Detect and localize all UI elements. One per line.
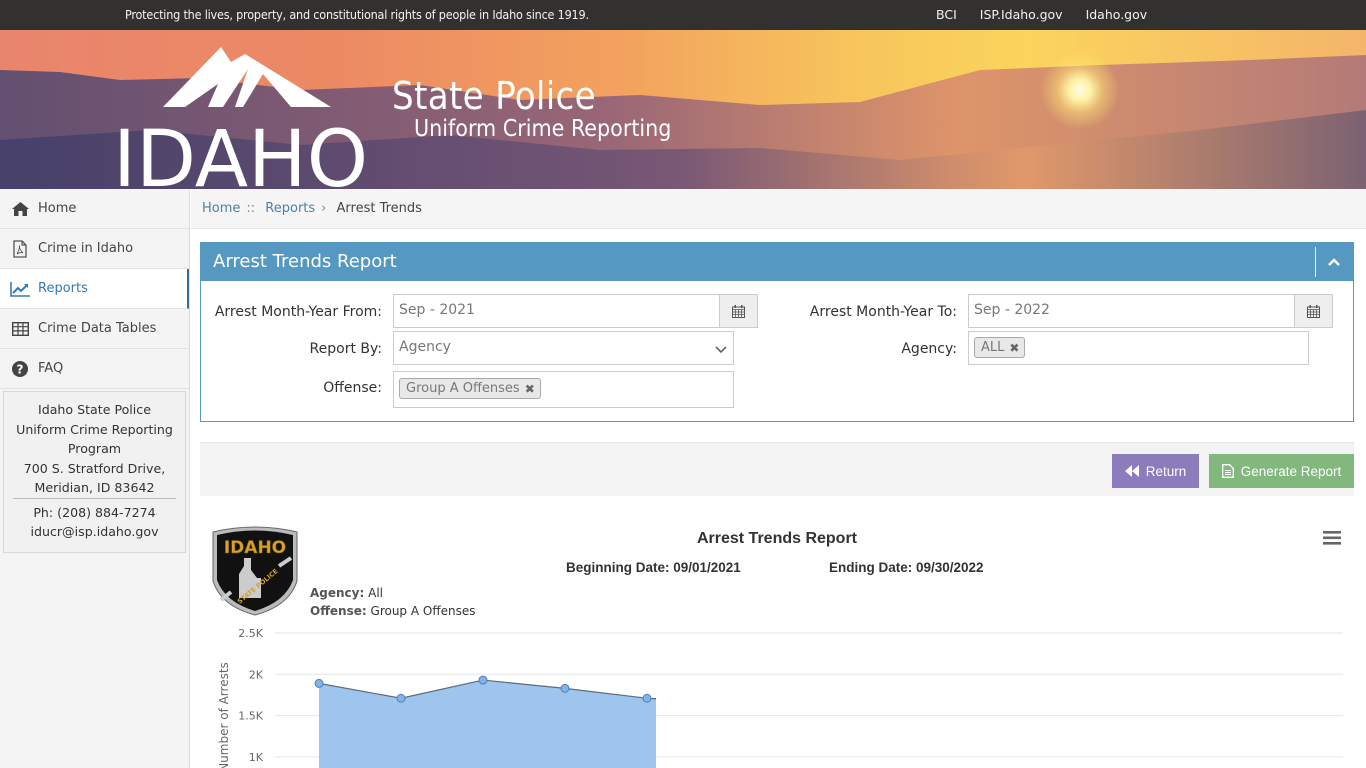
data-point[interactable] [478,675,488,685]
report-chart-container: IDAHO STATE POLICE Arrest Trends Report … [200,515,1366,768]
logo-text: IDAHO [113,115,368,189]
sun-glow [1040,50,1120,130]
file-text-icon [1221,464,1234,478]
sidebar: Home Crime in Idaho Reports Crime Data T… [0,189,190,768]
contact-address-line: 700 S. Stratford Drive, [23,460,166,476]
svg-text:?: ? [17,362,24,376]
remove-tag-icon[interactable]: ✖ [525,382,535,396]
sidebar-item-crime-in-idaho[interactable]: Crime in Idaho [0,229,189,269]
contact-org-line: Program [67,441,122,456]
backward-icon [1124,465,1139,477]
y-tick-label: 1.5K [238,710,263,723]
sidebar-item-label: FAQ [38,361,64,376]
panel-title: Arrest Trends Report [213,251,397,272]
generate-report-label: Generate Report [1240,463,1342,479]
agency-tag-label: ALL [981,340,1005,355]
y-axis-label: Number of Arrests [217,662,231,768]
sidebar-item-label: Home [38,201,77,216]
top-links: BCI ISP.Idaho.gov Idaho.gov [936,7,1147,22]
home-icon [10,200,30,218]
return-label: Return [1145,463,1187,479]
from-calendar-button[interactable] [719,294,758,328]
link-isp-idaho-gov[interactable]: ISP.Idaho.gov [980,7,1063,22]
sidebar-item-reports[interactable]: Reports [0,269,189,309]
generate-report-button[interactable]: Generate Report [1209,454,1354,488]
contact-org-line: Uniform Crime Reporting [16,421,173,437]
header-banner: IDAHO State Police Uniform Crime Reporti… [0,30,1366,189]
arrest-trends-chart: 2.5K 2K 1.5K 1K Number of Arrests [217,627,1343,768]
panel-header: Arrest Trends Report [201,243,1353,281]
sidebar-item-crime-data-tables[interactable]: Crime Data Tables [0,309,189,349]
agency-tag: ALL ✖ [974,337,1026,358]
sidebar-item-label: Reports [38,281,88,296]
breadcrumb: Home:: Reports › Arrest Trends [191,189,1366,229]
report-filter-panel: Arrest Trends Report Arrest Month-Year F… [200,242,1354,422]
offense-tag: Group A Offenses ✖ [399,378,541,399]
y-tick-label: 2K [249,668,264,681]
data-point[interactable] [560,683,570,693]
data-point[interactable] [642,693,652,703]
action-bar: Return Generate Report [200,442,1354,496]
tagline: Protecting the lives, property, and cons… [125,7,589,22]
pdf-file-icon [10,239,30,258]
from-label: Arrest Month-Year From: [214,304,382,320]
data-point[interactable] [396,693,406,703]
header-divider [1315,247,1316,277]
contact-address-line: Meridian, ID 83642 [34,480,155,495]
sidebar-item-label: Crime in Idaho [38,241,134,256]
chevron-down-icon [715,342,727,358]
question-circle-icon: ? [10,360,30,378]
y-tick-label: 2.5K [238,627,263,640]
contact-phone: Ph: (208) 884-7274 [33,504,156,520]
contact-org-line: Idaho State Police [38,402,151,417]
chevron-up-icon[interactable] [1327,253,1341,267]
link-bci[interactable]: BCI [936,7,957,22]
contact-divider [13,497,176,499]
to-calendar-button[interactable] [1294,294,1333,328]
idaho-logo: IDAHO [113,47,368,189]
breadcrumb-separator: :: [246,201,256,216]
table-icon [10,320,30,338]
offense-label: Offense: [323,380,382,396]
breadcrumb-home[interactable]: Home [202,201,240,216]
remove-tag-icon[interactable]: ✖ [1009,341,1019,355]
calendar-icon [732,304,745,318]
banner-subtitle: Uniform Crime Reporting [414,116,672,142]
sidebar-item-label: Crime Data Tables [38,321,157,336]
to-label: Arrest Month-Year To: [809,304,957,320]
y-tick-label: 1K [249,751,264,764]
agency-label: Agency: [901,341,957,357]
to-date-input[interactable]: Sep - 2022 [968,294,1295,328]
offense-multiselect[interactable]: Group A Offenses ✖ [393,371,734,408]
breadcrumb-separator: › [321,201,327,216]
contact-info: Idaho State Police Uniform Crime Reporti… [3,391,186,553]
breadcrumb-reports[interactable]: Reports [265,201,315,216]
series-layer [314,675,657,768]
calendar-icon [1307,304,1320,318]
from-date-input[interactable]: Sep - 2021 [393,294,720,328]
sidebar-item-faq[interactable]: ? FAQ [0,349,189,389]
report-by-select[interactable]: Agency [393,331,734,365]
data-point[interactable] [314,678,324,688]
return-button[interactable]: Return [1112,454,1199,488]
sidebar-item-home[interactable]: Home [0,189,189,229]
line-chart-icon [10,280,30,298]
link-idaho-gov[interactable]: Idaho.gov [1086,7,1148,22]
report-by-label: Report By: [309,341,382,357]
top-bar: Protecting the lives, property, and cons… [0,0,1366,30]
contact-email[interactable]: iducr@isp.idaho.gov [8,522,181,542]
breadcrumb-current: Arrest Trends [336,201,422,216]
offense-tag-label: Group A Offenses [406,381,520,396]
agency-multiselect[interactable]: ALL ✖ [968,331,1309,365]
banner-title: State Police [392,74,596,118]
report-by-value: Agency [399,339,451,355]
